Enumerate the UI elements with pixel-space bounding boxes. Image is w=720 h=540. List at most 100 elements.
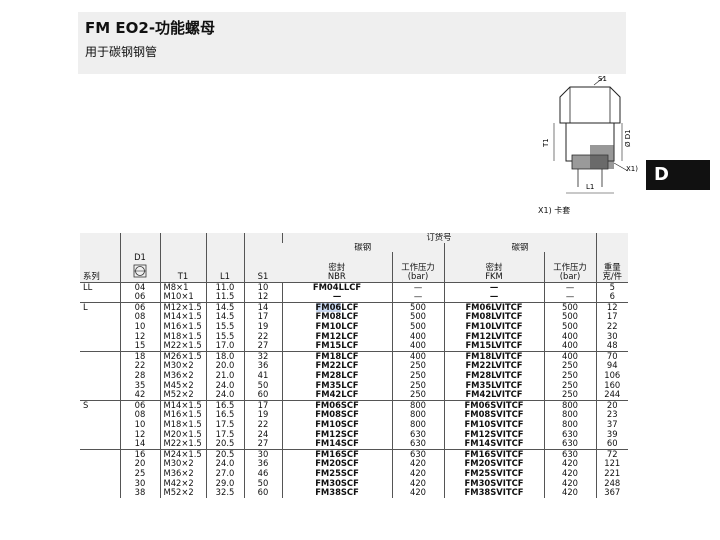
cell-w: 106	[595, 371, 628, 381]
cell-series	[80, 361, 120, 371]
cell-t1: M10×1	[159, 292, 206, 303]
label-l1: L1	[586, 183, 594, 191]
cell-t1: M14×1.5	[159, 312, 206, 323]
drawing-note: X1) 卡套	[538, 206, 571, 215]
table-row: 08 M16×1.5 16.5 19 FM08SCF 800 FM08SVITCF 800 23	[80, 410, 628, 420]
table-row: 38 M52×2 32.5 60 FM38SCF 420 FM38SVITCF 420 367	[80, 488, 628, 498]
hdr-t1: T1	[159, 233, 206, 283]
cell-l1: 20.5	[205, 439, 244, 450]
cell-s1: 46	[243, 468, 282, 479]
cell-p1: 250	[391, 390, 444, 401]
cell-p1: 630	[391, 448, 444, 460]
hdr-pressure-2: (bar)	[407, 271, 429, 282]
cell-nbr: FM06LCF	[281, 301, 392, 313]
cell-p1: 500	[391, 301, 444, 313]
cell-p2: 800	[543, 410, 596, 420]
cell-fkm: FM30SVITCF	[443, 478, 544, 489]
cell-t1: M20×1.5	[159, 429, 206, 440]
cell-p2: 800	[543, 420, 596, 430]
cell-p2: —	[543, 281, 596, 293]
cell-t1: M45×2	[159, 380, 206, 391]
cell-t1: M18×1.5	[159, 420, 206, 430]
cell-s1: 19	[243, 410, 282, 420]
table-row: 30 M42×2 29.0 50 FM30SCF 420 FM30SVITCF 420 248	[80, 478, 628, 489]
cell-nbr: FM06SCF	[281, 399, 392, 411]
cell-p2: 420	[543, 468, 596, 479]
cell-p2: 420	[543, 459, 596, 469]
cell-l1: 15.5	[205, 322, 244, 332]
cell-t1: M52×2	[159, 488, 206, 498]
cell-series	[80, 479, 120, 489]
cell-t1: M18×1.5	[159, 331, 206, 342]
table-row: 08 M14×1.5 14.5 17 FM08LCF 500 FM08LVITCF 500 17	[80, 312, 628, 323]
cell-p2: 400	[543, 350, 596, 362]
cell-nbr: —	[281, 292, 392, 303]
cell-s1: 22	[243, 420, 282, 430]
cell-p2: 250	[543, 380, 596, 391]
cell-nbr: FM25SCF	[281, 468, 392, 479]
cell-p1: 800	[391, 399, 444, 411]
table-row: 10 M18×1.5 17.5 22 FM10SCF 800 FM10SVITCF 800 37	[80, 420, 628, 430]
cell-p1: 630	[391, 429, 444, 440]
cell-series	[80, 341, 120, 351]
cell-p2: 420	[543, 488, 596, 498]
page-subtitle: 用于碳钢钢管	[85, 45, 158, 59]
cell-p2: 250	[543, 390, 596, 401]
table-row: L 06 M12×1.5 14.5 14 FM06LCF 500 FM06LVITCF 500 1…	[80, 301, 628, 313]
cell-fkm: FM10LVITCF	[443, 322, 544, 332]
cell-d1: 08	[119, 410, 160, 420]
cell-fkm: FM15LVITCF	[443, 341, 544, 352]
cell-nbr: FM22LCF	[281, 361, 392, 372]
cell-s1: 60	[243, 390, 282, 401]
cell-s1: 19	[243, 322, 282, 332]
cell-d1: 12	[119, 331, 160, 342]
cell-p1: —	[391, 292, 444, 303]
table-row: 16 M24×1.5 20.5 30 FM16SCF 630 FM16SVITCF 630 72	[80, 448, 628, 460]
cell-nbr: FM10LCF	[281, 322, 392, 332]
cell-l1: 17.5	[205, 429, 244, 440]
cell-w: 37	[595, 420, 628, 430]
cell-p1: —	[391, 281, 444, 293]
hdr-d1-label: D1	[134, 252, 146, 262]
hdr-carbon-steel-left: 碳钢	[282, 242, 444, 253]
cell-d1: 30	[119, 478, 160, 489]
cell-nbr: FM18LCF	[281, 350, 392, 362]
cell-d1: 16	[119, 448, 160, 460]
table-row: 20 M30×2 24.0 36 FM20SCF 420 FM20SVITCF 420 121	[80, 459, 628, 469]
table-row: S 06 M14×1.5 16.5 17 FM06SCF 800 FM06SVITCF 800 2…	[80, 399, 628, 411]
cell-series	[80, 312, 120, 322]
cell-w: 48	[595, 341, 628, 352]
table-row: 18 M26×1.5 18.0 32 FM18LCF 400 FM18LVITCF 400 70	[80, 350, 628, 362]
cell-l1: 14.5	[205, 312, 244, 323]
section-tab: D	[646, 160, 710, 190]
cell-p2: 250	[543, 371, 596, 381]
nut-drawing: S1 T1 Ø D1 L1 X1)	[542, 75, 638, 194]
cell-p1: 400	[391, 341, 444, 352]
cell-p2: 400	[543, 341, 596, 352]
section-tab-label: D	[654, 164, 669, 185]
table-row: 22 M30×2 20.0 36 FM22LCF 250 FM22LVITCF 250 94	[80, 361, 628, 372]
hdr-carbon-steel-right: 碳钢	[443, 242, 596, 253]
cell-s1: 12	[243, 292, 282, 303]
cell-w: 20	[595, 399, 628, 411]
hdr-pressure-fkm-2: (bar)	[559, 271, 581, 282]
cell-p1: 420	[391, 459, 444, 469]
cell-p1: 500	[391, 312, 444, 323]
hdr-series: 系列	[80, 233, 120, 283]
hdr-s1: S1	[243, 233, 282, 283]
cell-t1: M22×1.5	[159, 439, 206, 450]
cell-p1: 420	[391, 468, 444, 479]
cell-d1: 08	[119, 312, 160, 323]
hdr-weight: 重量 克/件	[595, 233, 628, 283]
cell-p2: —	[543, 292, 596, 303]
cell-t1: M24×1.5	[159, 448, 206, 460]
cell-w: 72	[595, 448, 628, 460]
cell-nbr: FM10SCF	[281, 420, 392, 430]
cell-series	[80, 350, 120, 362]
cell-s1: 41	[243, 371, 282, 381]
cell-w: 17	[595, 312, 628, 323]
cell-p2: 250	[543, 361, 596, 372]
cell-l1: 16.5	[205, 410, 244, 420]
cell-d1: 06	[119, 301, 160, 313]
cell-t1: M30×2	[159, 459, 206, 469]
